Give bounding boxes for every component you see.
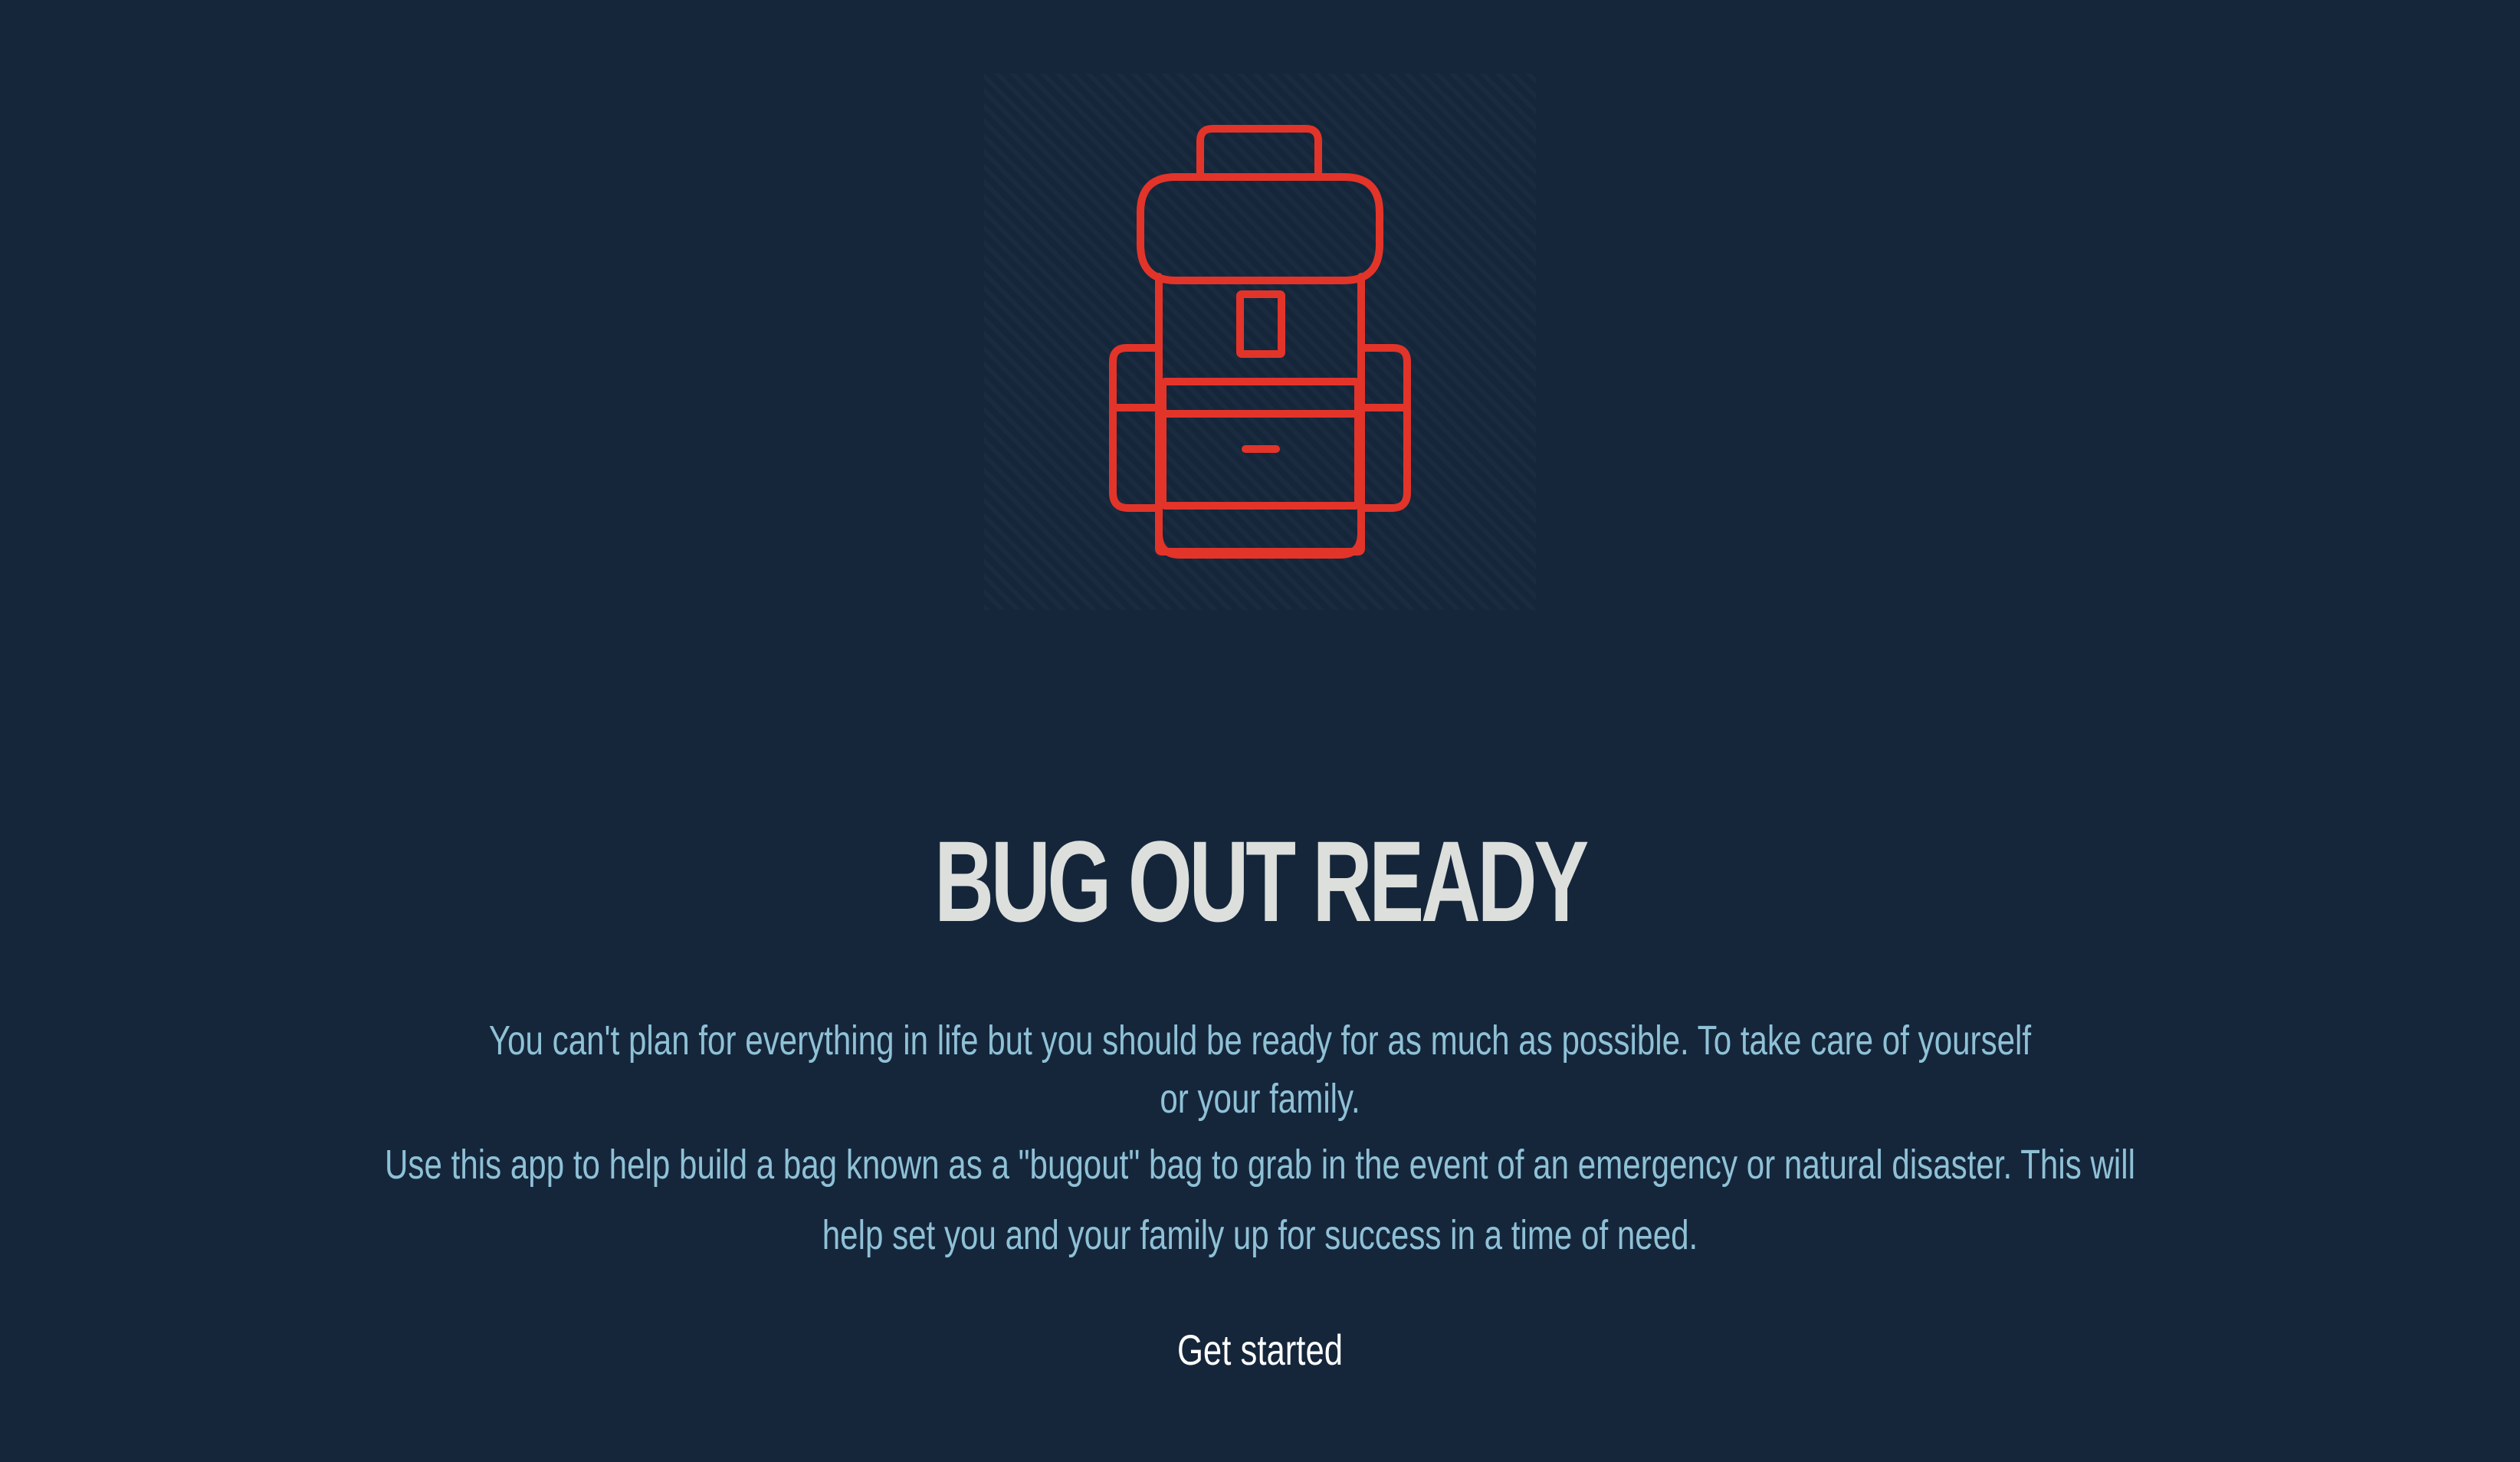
backpack-icon <box>1109 125 1411 559</box>
description-text: Use this app to help build a bag known a… <box>385 1142 2135 1258</box>
page-title: BUG OUT READY <box>934 817 1589 946</box>
get-started-button[interactable]: Get started <box>1140 1319 1380 1381</box>
logo <box>984 74 1536 610</box>
intro-text: You can't plan for everything in life bu… <box>488 1018 2032 1122</box>
